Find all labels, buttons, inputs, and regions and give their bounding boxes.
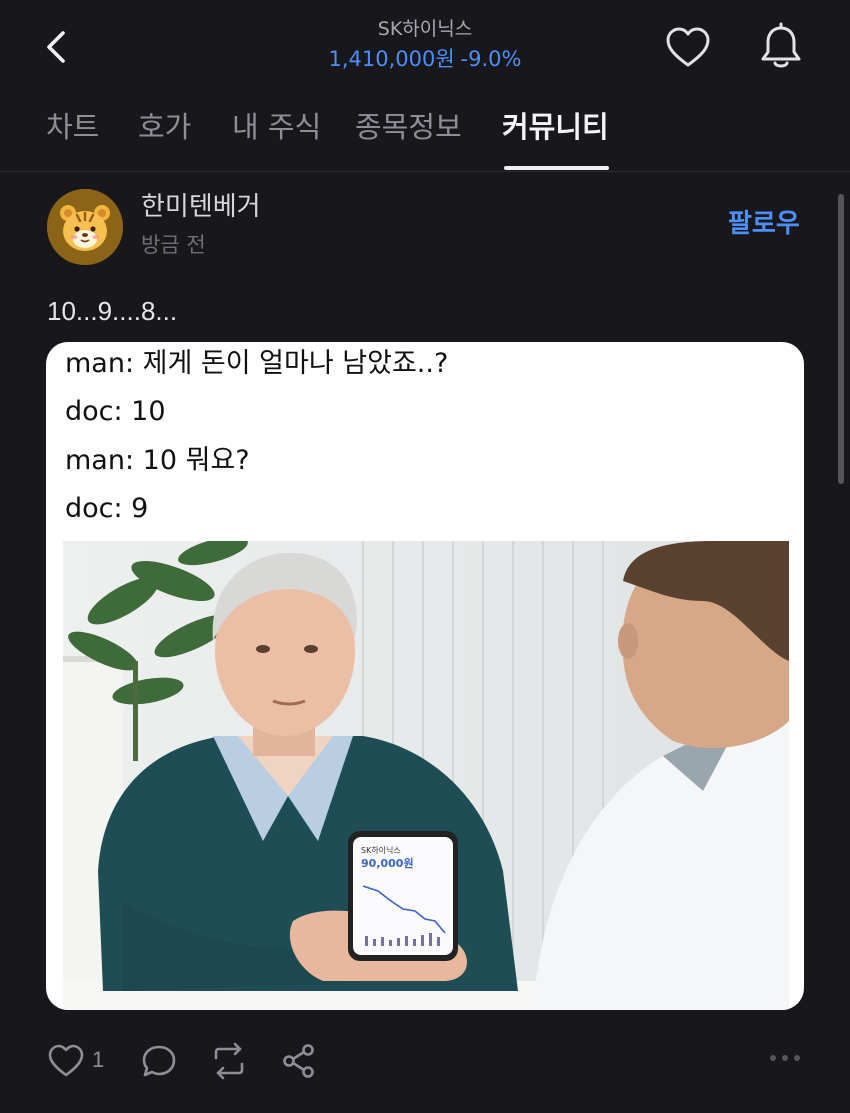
follow-button[interactable]: 팔로우 bbox=[728, 206, 800, 242]
active-tab-indicator bbox=[504, 166, 609, 170]
more-button[interactable] bbox=[768, 1050, 802, 1070]
heart-icon bbox=[666, 27, 710, 67]
stock-price-line: 1,410,000원 -9.0% bbox=[0, 44, 850, 75]
post-time: 방금 전 bbox=[141, 233, 206, 257]
tab-community[interactable]: 커뮤니티 bbox=[502, 108, 609, 166]
meme-caption-line: doc: 9 bbox=[65, 493, 149, 524]
scrollbar[interactable] bbox=[838, 194, 844, 484]
tab-my-stock[interactable]: 내 주식 bbox=[232, 108, 321, 166]
notification-button[interactable] bbox=[756, 22, 806, 72]
like-count: 1 bbox=[92, 1047, 105, 1072]
meme-caption-line: man: 제게 돈이 얼마나 남았죠..? bbox=[65, 348, 449, 379]
tab-chart[interactable]: 차트 bbox=[46, 108, 99, 166]
tab-stock-info[interactable]: 종목정보 bbox=[355, 108, 462, 166]
author-name[interactable]: 한미텐베거 bbox=[141, 190, 261, 224]
more-icon bbox=[770, 1055, 800, 1061]
favorite-button[interactable] bbox=[664, 24, 712, 72]
post-image[interactable]: man: 제게 돈이 얼마나 남았죠..? doc: 10 man: 10 뭐요… bbox=[46, 342, 804, 1010]
phone-stock-name: SK하이닉스 bbox=[361, 845, 401, 855]
tab-bar: 차트 호가 내 주식 종목정보 커뮤니티 bbox=[0, 98, 850, 172]
doctor-patient-photo: SK하이닉스 90,000원 bbox=[63, 541, 789, 1010]
meme-caption-line: man: 10 뭐요? bbox=[65, 445, 250, 476]
comment-icon bbox=[142, 1045, 176, 1077]
share-button[interactable] bbox=[280, 1042, 318, 1084]
stock-price: 1,410,000원 bbox=[328, 47, 455, 71]
heart-icon bbox=[48, 1044, 84, 1077]
tab-orderbook[interactable]: 호가 bbox=[138, 108, 191, 166]
repost-icon bbox=[214, 1042, 244, 1080]
post-text: 10...9....8... bbox=[47, 296, 178, 326]
phone-stock-price: 90,000원 bbox=[361, 856, 414, 870]
post-actions: 1 bbox=[0, 1036, 850, 1088]
stock-title: SK하이닉스 1,410,000원 -9.0% bbox=[0, 16, 850, 75]
tiger-avatar-icon bbox=[47, 189, 123, 265]
comment-button[interactable] bbox=[140, 1042, 178, 1084]
like-button[interactable] bbox=[47, 1042, 85, 1084]
share-icon bbox=[283, 1044, 314, 1078]
header: SK하이닉스 1,410,000원 -9.0% bbox=[0, 0, 850, 95]
repost-button[interactable] bbox=[208, 1042, 250, 1084]
bell-icon bbox=[761, 22, 801, 68]
stock-change: -9.0% bbox=[460, 47, 522, 71]
avatar[interactable] bbox=[47, 189, 123, 265]
stock-name: SK하이닉스 bbox=[377, 18, 473, 40]
meme-caption-line: doc: 10 bbox=[65, 396, 166, 427]
